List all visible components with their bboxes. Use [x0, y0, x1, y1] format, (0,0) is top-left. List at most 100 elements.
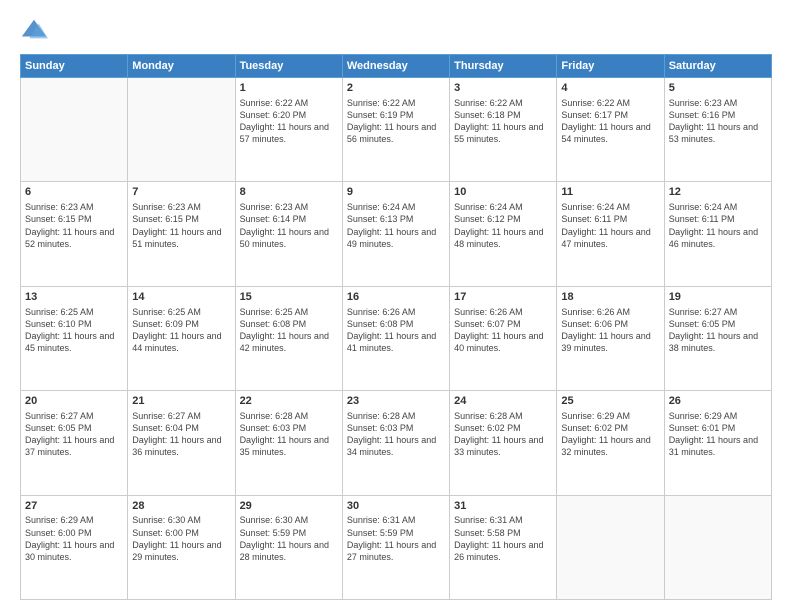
- calendar-cell: 22Sunrise: 6:28 AMSunset: 6:03 PMDayligh…: [235, 391, 342, 495]
- calendar-cell: 4Sunrise: 6:22 AMSunset: 6:17 PMDaylight…: [557, 78, 664, 182]
- calendar-cell: 19Sunrise: 6:27 AMSunset: 6:05 PMDayligh…: [664, 286, 771, 390]
- day-info: Sunrise: 6:28 AMSunset: 6:03 PMDaylight:…: [347, 410, 445, 459]
- day-info: Sunrise: 6:22 AMSunset: 6:20 PMDaylight:…: [240, 97, 338, 146]
- day-number: 12: [669, 185, 767, 200]
- day-number: 17: [454, 290, 552, 305]
- day-number: 5: [669, 81, 767, 96]
- day-number: 21: [132, 394, 230, 409]
- calendar-cell: 9Sunrise: 6:24 AMSunset: 6:13 PMDaylight…: [342, 182, 449, 286]
- day-info: Sunrise: 6:27 AMSunset: 6:05 PMDaylight:…: [25, 410, 123, 459]
- day-number: 25: [561, 394, 659, 409]
- day-number: 8: [240, 185, 338, 200]
- calendar-cell: 24Sunrise: 6:28 AMSunset: 6:02 PMDayligh…: [450, 391, 557, 495]
- day-info: Sunrise: 6:26 AMSunset: 6:08 PMDaylight:…: [347, 306, 445, 355]
- day-info: Sunrise: 6:25 AMSunset: 6:08 PMDaylight:…: [240, 306, 338, 355]
- weekday-header-thursday: Thursday: [450, 55, 557, 78]
- day-info: Sunrise: 6:30 AMSunset: 5:59 PMDaylight:…: [240, 514, 338, 563]
- calendar-cell: 12Sunrise: 6:24 AMSunset: 6:11 PMDayligh…: [664, 182, 771, 286]
- weekday-header-row: SundayMondayTuesdayWednesdayThursdayFrid…: [21, 55, 772, 78]
- day-info: Sunrise: 6:26 AMSunset: 6:07 PMDaylight:…: [454, 306, 552, 355]
- day-number: 31: [454, 499, 552, 514]
- week-row-3: 20Sunrise: 6:27 AMSunset: 6:05 PMDayligh…: [21, 391, 772, 495]
- calendar-cell: 7Sunrise: 6:23 AMSunset: 6:15 PMDaylight…: [128, 182, 235, 286]
- day-info: Sunrise: 6:24 AMSunset: 6:13 PMDaylight:…: [347, 201, 445, 250]
- day-number: 20: [25, 394, 123, 409]
- day-number: 30: [347, 499, 445, 514]
- week-row-0: 1Sunrise: 6:22 AMSunset: 6:20 PMDaylight…: [21, 78, 772, 182]
- weekday-header-friday: Friday: [557, 55, 664, 78]
- logo: [20, 16, 52, 44]
- calendar-cell: 1Sunrise: 6:22 AMSunset: 6:20 PMDaylight…: [235, 78, 342, 182]
- calendar-cell: 31Sunrise: 6:31 AMSunset: 5:58 PMDayligh…: [450, 495, 557, 599]
- day-info: Sunrise: 6:23 AMSunset: 6:15 PMDaylight:…: [25, 201, 123, 250]
- weekday-header-monday: Monday: [128, 55, 235, 78]
- calendar-cell: 29Sunrise: 6:30 AMSunset: 5:59 PMDayligh…: [235, 495, 342, 599]
- day-number: 15: [240, 290, 338, 305]
- day-info: Sunrise: 6:30 AMSunset: 6:00 PMDaylight:…: [132, 514, 230, 563]
- day-info: Sunrise: 6:22 AMSunset: 6:19 PMDaylight:…: [347, 97, 445, 146]
- calendar-cell: 25Sunrise: 6:29 AMSunset: 6:02 PMDayligh…: [557, 391, 664, 495]
- day-info: Sunrise: 6:25 AMSunset: 6:10 PMDaylight:…: [25, 306, 123, 355]
- day-info: Sunrise: 6:24 AMSunset: 6:12 PMDaylight:…: [454, 201, 552, 250]
- day-number: 29: [240, 499, 338, 514]
- day-info: Sunrise: 6:29 AMSunset: 6:00 PMDaylight:…: [25, 514, 123, 563]
- calendar-cell: 27Sunrise: 6:29 AMSunset: 6:00 PMDayligh…: [21, 495, 128, 599]
- calendar-cell: 2Sunrise: 6:22 AMSunset: 6:19 PMDaylight…: [342, 78, 449, 182]
- day-info: Sunrise: 6:23 AMSunset: 6:15 PMDaylight:…: [132, 201, 230, 250]
- weekday-header-tuesday: Tuesday: [235, 55, 342, 78]
- day-number: 19: [669, 290, 767, 305]
- day-info: Sunrise: 6:26 AMSunset: 6:06 PMDaylight:…: [561, 306, 659, 355]
- day-info: Sunrise: 6:29 AMSunset: 6:02 PMDaylight:…: [561, 410, 659, 459]
- calendar-cell: [664, 495, 771, 599]
- logo-icon: [20, 16, 48, 44]
- week-row-1: 6Sunrise: 6:23 AMSunset: 6:15 PMDaylight…: [21, 182, 772, 286]
- weekday-header-wednesday: Wednesday: [342, 55, 449, 78]
- day-info: Sunrise: 6:25 AMSunset: 6:09 PMDaylight:…: [132, 306, 230, 355]
- day-number: 4: [561, 81, 659, 96]
- day-number: 24: [454, 394, 552, 409]
- day-number: 28: [132, 499, 230, 514]
- calendar-cell: 16Sunrise: 6:26 AMSunset: 6:08 PMDayligh…: [342, 286, 449, 390]
- calendar-cell: 14Sunrise: 6:25 AMSunset: 6:09 PMDayligh…: [128, 286, 235, 390]
- calendar-cell: [557, 495, 664, 599]
- calendar-cell: 18Sunrise: 6:26 AMSunset: 6:06 PMDayligh…: [557, 286, 664, 390]
- day-number: 3: [454, 81, 552, 96]
- day-number: 10: [454, 185, 552, 200]
- day-info: Sunrise: 6:27 AMSunset: 6:05 PMDaylight:…: [669, 306, 767, 355]
- calendar-cell: 15Sunrise: 6:25 AMSunset: 6:08 PMDayligh…: [235, 286, 342, 390]
- week-row-4: 27Sunrise: 6:29 AMSunset: 6:00 PMDayligh…: [21, 495, 772, 599]
- day-info: Sunrise: 6:31 AMSunset: 5:59 PMDaylight:…: [347, 514, 445, 563]
- day-number: 26: [669, 394, 767, 409]
- day-number: 27: [25, 499, 123, 514]
- day-info: Sunrise: 6:31 AMSunset: 5:58 PMDaylight:…: [454, 514, 552, 563]
- calendar-cell: 5Sunrise: 6:23 AMSunset: 6:16 PMDaylight…: [664, 78, 771, 182]
- calendar-cell: 8Sunrise: 6:23 AMSunset: 6:14 PMDaylight…: [235, 182, 342, 286]
- day-number: 23: [347, 394, 445, 409]
- day-number: 13: [25, 290, 123, 305]
- calendar-cell: 21Sunrise: 6:27 AMSunset: 6:04 PMDayligh…: [128, 391, 235, 495]
- day-number: 18: [561, 290, 659, 305]
- day-number: 22: [240, 394, 338, 409]
- calendar-cell: 11Sunrise: 6:24 AMSunset: 6:11 PMDayligh…: [557, 182, 664, 286]
- weekday-header-saturday: Saturday: [664, 55, 771, 78]
- calendar-cell: 26Sunrise: 6:29 AMSunset: 6:01 PMDayligh…: [664, 391, 771, 495]
- day-number: 16: [347, 290, 445, 305]
- day-info: Sunrise: 6:28 AMSunset: 6:02 PMDaylight:…: [454, 410, 552, 459]
- calendar-cell: 13Sunrise: 6:25 AMSunset: 6:10 PMDayligh…: [21, 286, 128, 390]
- calendar-cell: 30Sunrise: 6:31 AMSunset: 5:59 PMDayligh…: [342, 495, 449, 599]
- day-number: 2: [347, 81, 445, 96]
- day-number: 6: [25, 185, 123, 200]
- day-info: Sunrise: 6:24 AMSunset: 6:11 PMDaylight:…: [561, 201, 659, 250]
- day-info: Sunrise: 6:23 AMSunset: 6:14 PMDaylight:…: [240, 201, 338, 250]
- day-info: Sunrise: 6:24 AMSunset: 6:11 PMDaylight:…: [669, 201, 767, 250]
- day-info: Sunrise: 6:28 AMSunset: 6:03 PMDaylight:…: [240, 410, 338, 459]
- day-number: 14: [132, 290, 230, 305]
- day-number: 7: [132, 185, 230, 200]
- calendar-cell: 28Sunrise: 6:30 AMSunset: 6:00 PMDayligh…: [128, 495, 235, 599]
- calendar-cell: 10Sunrise: 6:24 AMSunset: 6:12 PMDayligh…: [450, 182, 557, 286]
- page: SundayMondayTuesdayWednesdayThursdayFrid…: [0, 0, 792, 612]
- calendar-cell: 3Sunrise: 6:22 AMSunset: 6:18 PMDaylight…: [450, 78, 557, 182]
- calendar-table: SundayMondayTuesdayWednesdayThursdayFrid…: [20, 54, 772, 600]
- day-number: 11: [561, 185, 659, 200]
- day-info: Sunrise: 6:22 AMSunset: 6:17 PMDaylight:…: [561, 97, 659, 146]
